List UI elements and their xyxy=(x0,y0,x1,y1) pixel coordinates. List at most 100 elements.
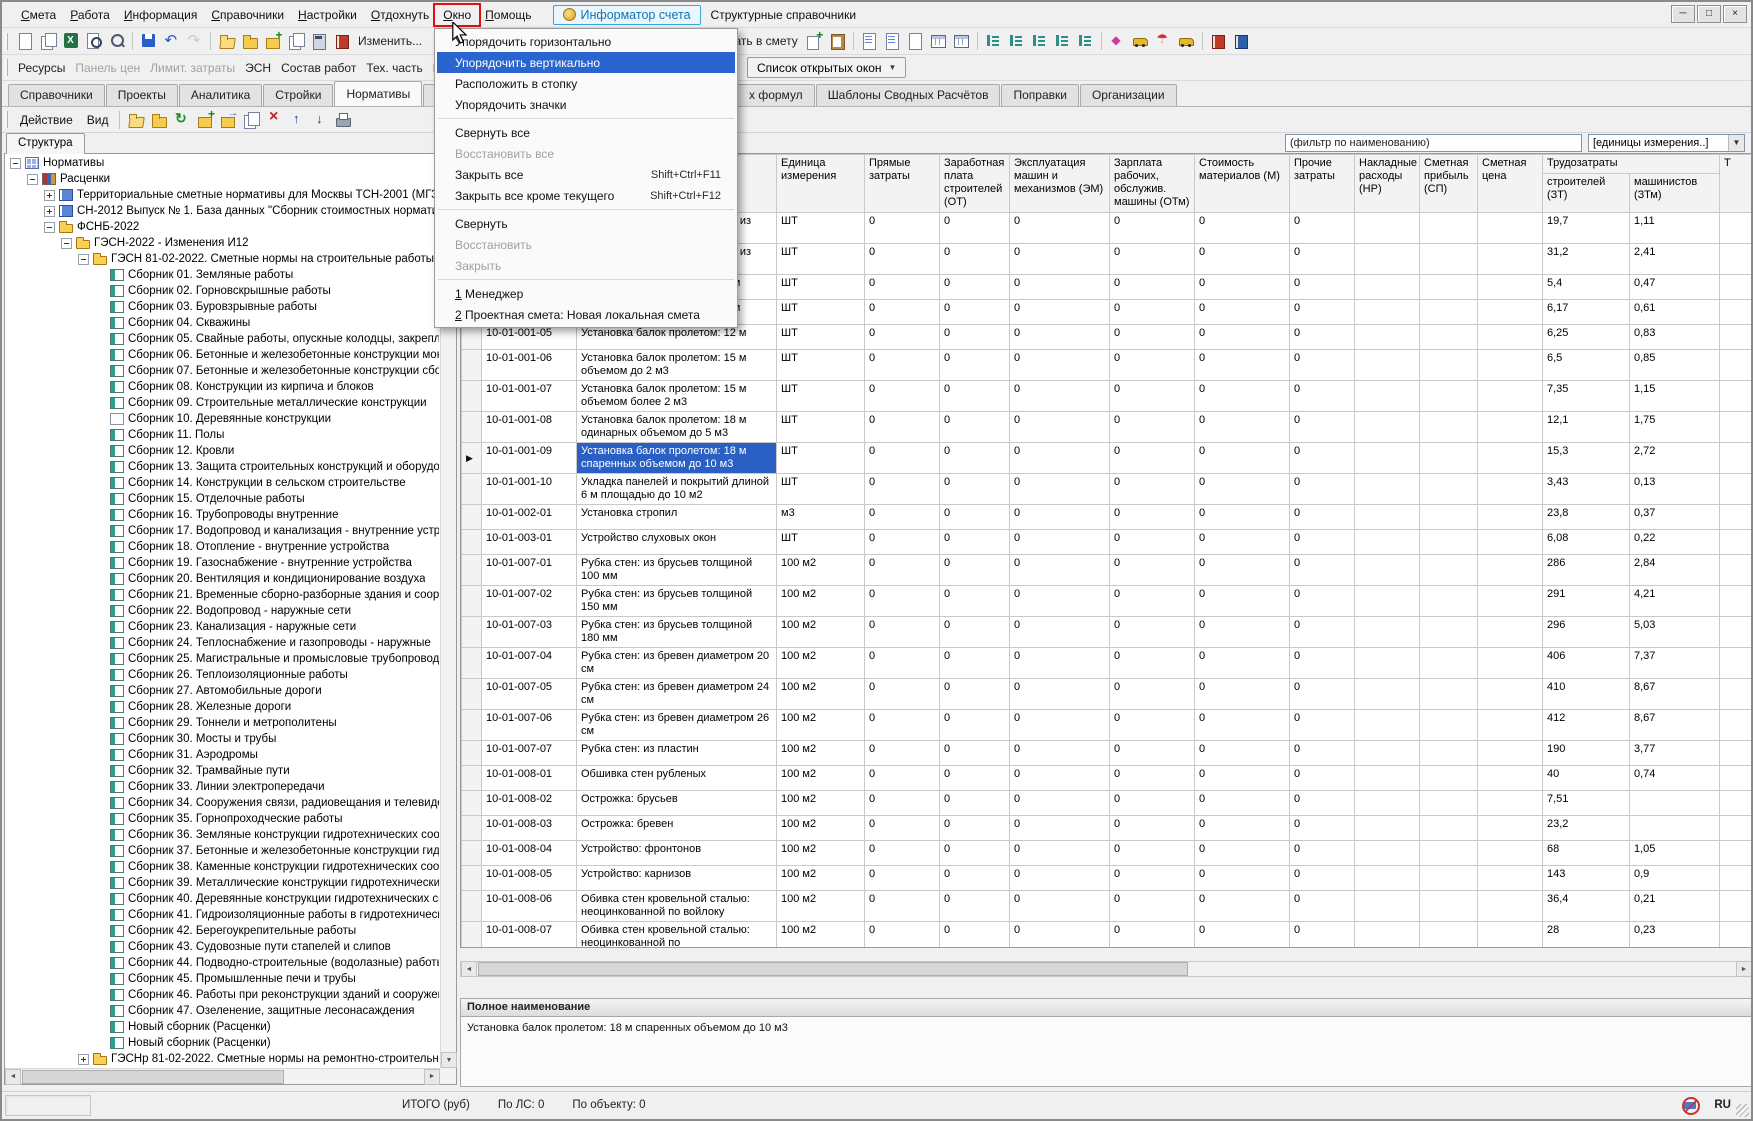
cell-price[interactable] xyxy=(1478,922,1543,949)
cell-ot[interactable]: 0 xyxy=(940,679,1010,710)
cell-nr[interactable] xyxy=(1355,505,1420,530)
cell-zt[interactable]: 31,2 xyxy=(1543,244,1630,275)
tree-item[interactable]: Сборник 41. Гидроизоляционные работы в г… xyxy=(6,907,439,923)
cell-sp[interactable] xyxy=(1420,841,1478,866)
cell-ot[interactable]: 0 xyxy=(940,617,1010,648)
scrollbar-track[interactable] xyxy=(441,263,456,1052)
header-materials[interactable]: Стоимость материалов (М) xyxy=(1195,155,1290,213)
cell-unit[interactable]: 100 м2 xyxy=(777,791,865,816)
cell-price[interactable] xyxy=(1478,891,1543,922)
cell-zt[interactable]: 412 xyxy=(1543,710,1630,741)
cell-ztm[interactable]: 5,03 xyxy=(1630,617,1720,648)
tree-item[interactable]: ГЭСНр 81-02-2022. Сметные нормы на ремон… xyxy=(6,1051,439,1067)
cell-unit[interactable]: 100 м2 xyxy=(777,741,865,766)
cell-other[interactable]: 0 xyxy=(1290,710,1355,741)
tree-item[interactable]: Сборник 30. Мосты и трубы xyxy=(6,731,439,747)
cell-zt[interactable]: 40 xyxy=(1543,766,1630,791)
cell-otm[interactable]: 0 xyxy=(1110,300,1195,325)
tree-item[interactable]: Сборник 24. Теплоснабжение и газопроводы… xyxy=(6,635,439,651)
cell-sp[interactable] xyxy=(1420,300,1478,325)
cell-ztm[interactable]: 8,67 xyxy=(1630,710,1720,741)
window-menu-item-minimize[interactable]: Свернуть xyxy=(437,213,735,234)
cell-direct[interactable]: 0 xyxy=(865,381,940,412)
cell-sp[interactable] xyxy=(1420,679,1478,710)
tree-item[interactable]: Сборник 46. Работы при реконструкции зда… xyxy=(6,987,439,1003)
tree-item[interactable]: Сборник 13. Защита строительных конструк… xyxy=(6,459,439,475)
cell-unit[interactable]: 100 м2 xyxy=(777,816,865,841)
cell-m[interactable]: 0 xyxy=(1195,741,1290,766)
cell-extra[interactable] xyxy=(1720,381,1753,412)
header-direct-costs[interactable]: Прямые затраты xyxy=(865,155,940,213)
cell-price[interactable] xyxy=(1478,530,1543,555)
tree-item[interactable]: Сборник 40. Деревянные конструкции гидро… xyxy=(6,891,439,907)
cell-zt[interactable]: 6,08 xyxy=(1543,530,1630,555)
cell-price[interactable] xyxy=(1478,648,1543,679)
cell-em[interactable]: 0 xyxy=(1010,866,1110,891)
cell-code[interactable]: 10-01-001-09 xyxy=(482,443,577,474)
table-row[interactable]: 10-01-003-01Устройство слуховых оконШТ00… xyxy=(462,530,1753,555)
cell-m[interactable]: 0 xyxy=(1195,816,1290,841)
cell-other[interactable]: 0 xyxy=(1290,443,1355,474)
cell-ztm[interactable] xyxy=(1630,791,1720,816)
cell-code[interactable]: 10-01-008-05 xyxy=(482,866,577,891)
cell-m[interactable]: 0 xyxy=(1195,505,1290,530)
tree-item[interactable]: Сборник 42. Берегоукрепительные работы xyxy=(6,923,439,939)
tree-item[interactable]: Сборник 15. Отделочные работы xyxy=(6,491,439,507)
cell-m[interactable]: 0 xyxy=(1195,679,1290,710)
tab-spravochniki[interactable]: Справочники xyxy=(8,84,105,106)
cell-zt[interactable]: 3,43 xyxy=(1543,474,1630,505)
window-menu-item-close-all-but-current[interactable]: Закрыть все кроме текущегоShift+Ctrl+F12 xyxy=(437,185,735,206)
cell-otm[interactable]: 0 xyxy=(1110,530,1195,555)
cell-extra[interactable] xyxy=(1720,555,1753,586)
cell-ztm[interactable]: 0,83 xyxy=(1630,325,1720,350)
cell-zt[interactable]: 23,2 xyxy=(1543,816,1630,841)
tree-item[interactable]: Сборник 12. Кровли xyxy=(6,443,439,459)
cell-extra[interactable] xyxy=(1720,300,1753,325)
cell-name[interactable]: Укладка панелей и покрытий длиной 6 м пл… xyxy=(577,474,777,505)
row-selector[interactable] xyxy=(462,530,482,555)
cell-direct[interactable]: 0 xyxy=(865,816,940,841)
cell-em[interactable]: 0 xyxy=(1010,350,1110,381)
cell-name[interactable]: Установка балок пролетом: 18 м одинарных… xyxy=(577,412,777,443)
cell-sp[interactable] xyxy=(1420,586,1478,617)
cell-ot[interactable]: 0 xyxy=(940,741,1010,766)
tree-level-5-button[interactable] xyxy=(1074,30,1097,52)
cell-otm[interactable]: 0 xyxy=(1110,555,1195,586)
language-indicator[interactable]: RU xyxy=(1714,1099,1731,1111)
tab-shablony-svodnyh[interactable]: Шаблоны Сводных Расчётов xyxy=(816,84,1001,106)
cell-m[interactable]: 0 xyxy=(1195,300,1290,325)
tree-item[interactable]: Сборник 47. Озеленение, защитные лесонас… xyxy=(6,1003,439,1019)
row-selector[interactable] xyxy=(462,766,482,791)
row-selector[interactable] xyxy=(462,816,482,841)
table-row[interactable]: 10-01-002-01Установка стропилм300000023,… xyxy=(462,505,1753,530)
cell-code[interactable]: 10-01-007-07 xyxy=(482,741,577,766)
cell-other[interactable]: 0 xyxy=(1290,381,1355,412)
cell-extra[interactable] xyxy=(1720,412,1753,443)
cell-extra[interactable] xyxy=(1720,841,1753,866)
cell-ztm[interactable]: 0,74 xyxy=(1630,766,1720,791)
doc-blue-2-button[interactable] xyxy=(881,30,904,52)
cell-ot[interactable]: 0 xyxy=(940,891,1010,922)
chevron-down-icon[interactable]: ▼ xyxy=(1728,135,1744,151)
cell-nr[interactable] xyxy=(1355,766,1420,791)
open-folder-button[interactable] xyxy=(124,109,147,131)
tree-item[interactable]: Сборник 43. Судовозные пути стапелей и с… xyxy=(6,939,439,955)
insurance-button[interactable] xyxy=(1152,30,1175,52)
cell-sp[interactable] xyxy=(1420,530,1478,555)
cell-price[interactable] xyxy=(1478,766,1543,791)
row-selector[interactable] xyxy=(462,412,482,443)
cell-price[interactable] xyxy=(1478,412,1543,443)
cell-unit[interactable]: 100 м2 xyxy=(777,922,865,949)
table-row[interactable]: 10-01-007-07Рубка стен: из пластин100 м2… xyxy=(462,741,1753,766)
cell-code[interactable]: 10-01-008-01 xyxy=(482,766,577,791)
cell-extra[interactable] xyxy=(1720,791,1753,816)
unit-filter-combo[interactable]: [единицы измерения..] ▼ xyxy=(1588,134,1745,152)
cell-direct[interactable]: 0 xyxy=(865,213,940,244)
cell-price[interactable] xyxy=(1478,474,1543,505)
cell-nr[interactable] xyxy=(1355,617,1420,648)
cell-code[interactable]: 10-01-007-06 xyxy=(482,710,577,741)
cell-other[interactable]: 0 xyxy=(1290,617,1355,648)
cell-name[interactable]: Устройство: карнизов xyxy=(577,866,777,891)
cell-code[interactable]: 10-01-002-01 xyxy=(482,505,577,530)
save-button[interactable] xyxy=(137,30,160,52)
